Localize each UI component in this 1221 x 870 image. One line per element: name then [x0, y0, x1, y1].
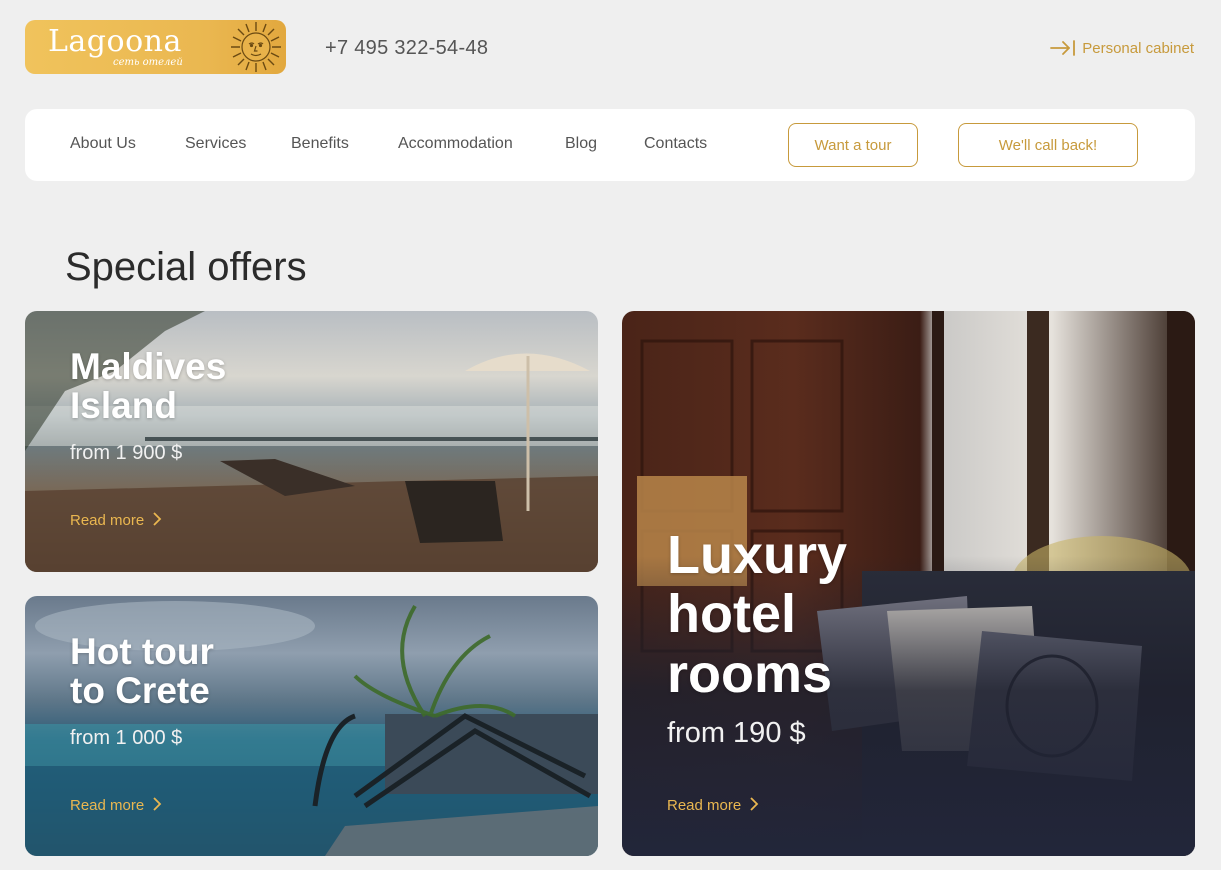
offer-title-line: Luxury: [667, 525, 848, 585]
offer-title-line: Island: [70, 384, 177, 426]
offer-title-line: rooms: [667, 643, 833, 704]
main-navigation: About Us Services Benefits Accommodation…: [25, 109, 1195, 181]
nav-accommodation[interactable]: Accommodation: [398, 135, 513, 153]
offer-card-crete[interactable]: Hot tour to Crete from 1 000 $ Read more: [25, 596, 598, 856]
logo-name: Lagoona: [48, 24, 182, 59]
read-more-label: Read more: [70, 797, 145, 814]
nav-blog[interactable]: Blog: [565, 135, 597, 153]
nav-benefits[interactable]: Benefits: [291, 135, 349, 153]
nav-about-us[interactable]: About Us: [70, 135, 136, 153]
offer-card-maldives[interactable]: Maldives Island from 1 900 $ Read more: [25, 311, 598, 572]
chevron-right-icon: [153, 512, 162, 526]
login-icon: [1050, 40, 1076, 56]
read-more-link[interactable]: Read more: [667, 797, 759, 814]
offer-price: from 1 900 $: [70, 442, 183, 464]
offer-title: Luxury hotel rooms: [667, 525, 848, 704]
call-back-button[interactable]: We'll call back!: [958, 123, 1138, 167]
offer-title-line: to Crete: [70, 669, 210, 711]
logo[interactable]: Lagoona сеть отелей: [25, 20, 286, 74]
want-a-tour-button[interactable]: Want a tour: [788, 123, 918, 167]
read-more-link[interactable]: Read more: [70, 512, 162, 529]
offer-price: from 190 $: [667, 717, 806, 749]
nav-services[interactable]: Services: [185, 135, 246, 153]
phone-number[interactable]: +7 495 322-54-48: [325, 37, 488, 60]
read-more-link[interactable]: Read more: [70, 797, 162, 814]
offer-title-line: Maldives: [70, 346, 227, 387]
offer-card-luxury[interactable]: Luxury hotel rooms from 190 $ Read more: [622, 311, 1195, 856]
read-more-label: Read more: [667, 797, 742, 814]
chevron-right-icon: [750, 797, 759, 811]
logo-subtitle: сеть отелей: [113, 57, 183, 68]
sun-face-icon: [231, 22, 281, 72]
personal-cabinet-link[interactable]: Personal cabinet: [1050, 39, 1194, 57]
read-more-label: Read more: [70, 512, 145, 529]
personal-cabinet-label: Personal cabinet: [1082, 39, 1194, 57]
offer-title-line: hotel: [667, 584, 796, 645]
section-title: Special offers: [65, 245, 307, 289]
offer-title-line: Hot tour: [70, 631, 214, 672]
offer-price: from 1 000 $: [70, 727, 183, 749]
nav-contacts[interactable]: Contacts: [644, 135, 707, 153]
offer-title: Hot tour to Crete: [70, 631, 214, 711]
offer-title: Maldives Island: [70, 346, 227, 426]
chevron-right-icon: [153, 797, 162, 811]
